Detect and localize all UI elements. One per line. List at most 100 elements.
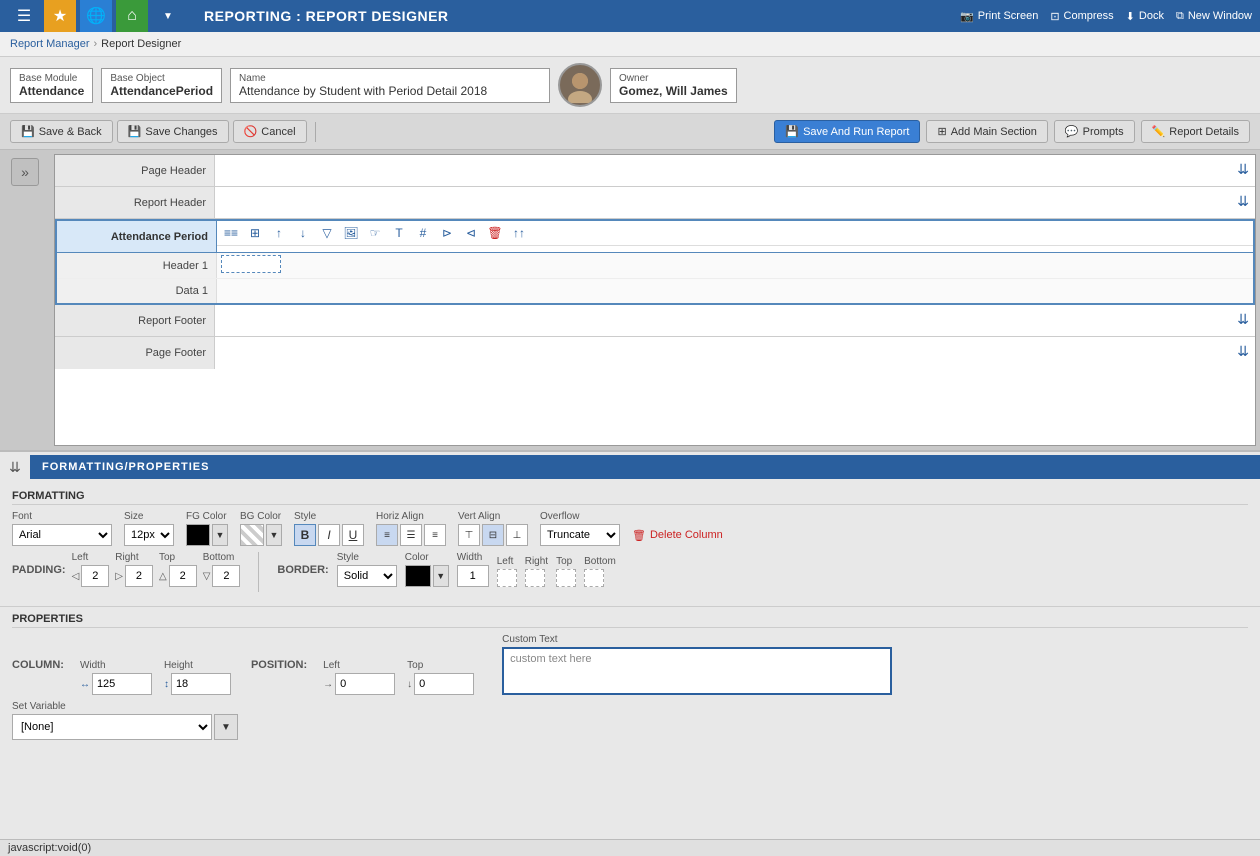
align-left-icon[interactable]: ≡≡	[221, 223, 241, 243]
padding-right-input[interactable]	[125, 565, 153, 587]
padding-bottom-label: Bottom	[203, 552, 241, 563]
filter-icon[interactable]: ▽	[317, 223, 337, 243]
header1-row: Header 1	[57, 253, 1253, 279]
font-group: Font Arial	[12, 511, 112, 546]
cancel-button[interactable]: 🚫 Cancel	[233, 120, 307, 143]
report-footer-collapse[interactable]: ⇊	[1237, 311, 1249, 328]
set-variable-select[interactable]: [None]	[12, 714, 212, 740]
valign-bot-button[interactable]: ⊥	[506, 524, 528, 546]
header1-content[interactable]	[217, 253, 1253, 278]
fg-color-arrow[interactable]: ▼	[212, 524, 228, 546]
border-bottom-toggle[interactable]	[584, 569, 604, 587]
dock-button[interactable]: ⬇ Dock	[1126, 10, 1164, 23]
cursor-icon[interactable]: ☞	[365, 223, 385, 243]
padding-bottom-input[interactable]	[212, 565, 240, 587]
padding-left-input[interactable]: 2	[81, 565, 109, 587]
border-width-input[interactable]	[457, 565, 489, 587]
report-details-icon: ✏️	[1152, 125, 1166, 138]
calc-icon[interactable]: #	[413, 223, 433, 243]
fp-collapse-button[interactable]: ⇊	[0, 452, 30, 482]
compress-button[interactable]: ⊡ Compress	[1050, 10, 1113, 23]
border-left-toggle[interactable]	[497, 569, 517, 587]
border-right-group: Right	[525, 556, 548, 587]
set-variable-arrow[interactable]: ▼	[214, 714, 238, 740]
new-window-button[interactable]: ⧉ New Window	[1176, 10, 1252, 23]
border-label: BORDER:	[277, 564, 328, 576]
star-icon[interactable]: ★	[44, 0, 76, 32]
save-back-button[interactable]: 💾 Save & Back	[10, 120, 113, 143]
font-select[interactable]: Arial	[12, 524, 112, 546]
italic-button[interactable]: I	[318, 524, 340, 546]
add-section-button[interactable]: ⊞ Add Main Section	[926, 120, 1047, 143]
border-bottom-group: Bottom	[584, 556, 616, 587]
header1-field[interactable]	[221, 255, 281, 273]
delete-column-button[interactable]: 🗑 Delete Column	[632, 529, 723, 542]
bold-button[interactable]: B	[294, 524, 316, 546]
align-right-button[interactable]: ≡	[424, 524, 446, 546]
font-label: Font	[12, 511, 112, 522]
col-width-input[interactable]: 125	[92, 673, 152, 695]
sort-asc-icon[interactable]: ↑	[269, 223, 289, 243]
pos-left-input[interactable]	[335, 673, 395, 695]
size-group: Size 12px	[124, 511, 174, 546]
home-icon[interactable]: ⌂	[116, 0, 148, 32]
size-select[interactable]: 12px	[124, 524, 174, 546]
border-color-box[interactable]	[405, 565, 431, 587]
underline-button[interactable]: U	[342, 524, 364, 546]
report-details-button[interactable]: ✏️ Report Details	[1141, 120, 1250, 143]
collapse-group-icon[interactable]: ↑↑	[509, 223, 529, 243]
data1-content[interactable]	[217, 279, 1253, 303]
col-width-group: Width ↔ 125	[80, 660, 152, 695]
pos-top-input[interactable]	[414, 673, 474, 695]
delete-section-icon[interactable]: 🗑	[485, 223, 505, 243]
base-module-value: Attendance	[19, 84, 84, 98]
export-icon[interactable]: ⊳	[437, 223, 457, 243]
custom-text-area[interactable]: custom text here	[502, 647, 892, 695]
valign-mid-button[interactable]: ⊟	[482, 524, 504, 546]
align-left-button[interactable]: ≡	[376, 524, 398, 546]
bg-color-arrow[interactable]: ▼	[266, 524, 282, 546]
page-footer-content[interactable]: ⇊	[215, 337, 1255, 369]
text-icon[interactable]: T	[389, 223, 409, 243]
sort-desc-icon[interactable]: ↓	[293, 223, 313, 243]
save-changes-button[interactable]: 💾 Save Changes	[117, 120, 229, 143]
report-footer-label: Report Footer	[55, 305, 215, 336]
toggle-sidebar-button[interactable]: »	[11, 158, 39, 186]
align-center-button[interactable]: ☰	[400, 524, 422, 546]
print-screen-button[interactable]: 📷 Print Screen	[960, 10, 1038, 23]
chevron-down-icon[interactable]: ▼	[152, 0, 184, 32]
report-header-content[interactable]: ⇊	[215, 187, 1255, 218]
valign-top-button[interactable]: ⊤	[458, 524, 480, 546]
properties-row2: Set Variable [None] ▼	[12, 701, 1248, 740]
overflow-select[interactable]: Truncate Wrap Expand	[540, 524, 620, 546]
col-height-group: Height ↕ 18	[164, 660, 231, 695]
report-header-collapse[interactable]: ⇊	[1237, 193, 1249, 210]
set-variable-label: Set Variable	[12, 701, 238, 712]
top-bar-actions: 📷 Print Screen ⊡ Compress ⬇ Dock ⧉ New W…	[960, 10, 1252, 23]
fg-color-group: FG Color ▼	[186, 511, 228, 546]
import-icon[interactable]: ⊲	[461, 223, 481, 243]
padding-top-icon: △	[159, 571, 167, 582]
hamburger-icon[interactable]: ☰	[8, 0, 40, 32]
border-top-toggle[interactable]	[556, 569, 576, 587]
fg-color-box[interactable]	[186, 524, 210, 546]
page-footer-collapse[interactable]: ⇊	[1237, 343, 1249, 360]
globe-icon[interactable]: 🌐	[80, 0, 112, 32]
save-run-button[interactable]: 💾 Save And Run Report	[774, 120, 920, 143]
page-header-collapse[interactable]: ⇊	[1237, 161, 1249, 178]
page-footer-label: Page Footer	[55, 337, 215, 369]
image-icon[interactable]: 🖼	[341, 223, 361, 243]
border-color-arrow[interactable]: ▼	[433, 565, 449, 587]
prompts-button[interactable]: 💬 Prompts	[1054, 120, 1135, 143]
border-right-toggle[interactable]	[525, 569, 545, 587]
bg-color-box[interactable]	[240, 524, 264, 546]
border-style-select[interactable]: Solid None Dashed	[337, 565, 397, 587]
padding-top-input[interactable]	[169, 565, 197, 587]
page-header-content[interactable]: ⇊	[215, 155, 1255, 186]
add-col-icon[interactable]: ⊞	[245, 223, 265, 243]
breadcrumb-current: Report Designer	[101, 38, 181, 50]
breadcrumb-report-manager[interactable]: Report Manager	[10, 38, 90, 50]
col-height-input[interactable]: 18	[171, 673, 231, 695]
properties-row1: COLUMN: Width ↔ 125 Height ↕ 18 POSITION…	[12, 634, 1248, 695]
report-footer-content[interactable]: ⇊	[215, 305, 1255, 336]
